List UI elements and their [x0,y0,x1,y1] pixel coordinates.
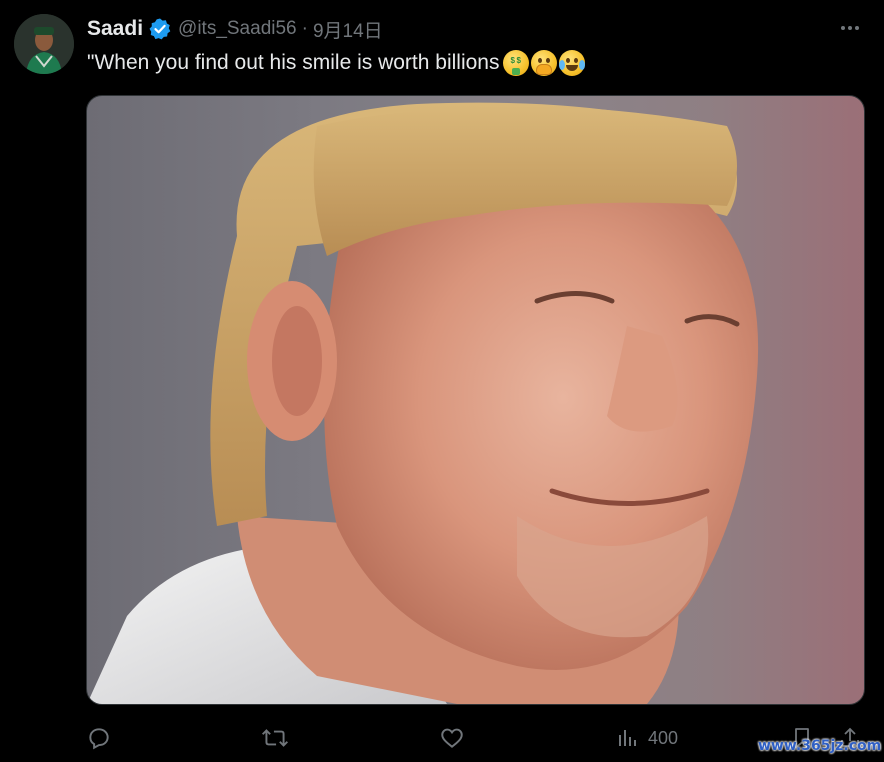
watermark: www.365jz.com [758,738,882,754]
emoji-group: $ $ [503,50,586,76]
separator-dot: · [301,18,308,39]
like-button[interactable] [439,722,465,754]
photo-icon [87,102,759,704]
verified-badge-icon [148,17,172,41]
reply-icon [89,728,109,750]
tweet-card: Saadi @its_Saadi56 · 9月14日 "When you fin… [0,0,884,762]
retweet-button[interactable] [260,722,290,754]
tweet-text-body: "When you find out his smile is worth bi… [87,51,500,74]
more-options-icon[interactable] [836,16,864,40]
tweet-date[interactable]: 9月14日 [313,16,383,43]
reply-button[interactable] [86,722,112,754]
face-with-tears-of-joy-icon [559,50,586,76]
views-count: 400 [648,727,679,748]
profile-photo-icon [14,14,74,74]
handle[interactable]: @its_Saadi56 [178,18,297,40]
heart-icon [441,728,463,748]
display-name[interactable]: Saadi [87,17,143,41]
views-button[interactable]: 400 [616,722,678,754]
money-mouth-face-icon: $ $ [503,50,530,76]
views-icon [619,730,636,746]
retweet-icon [261,729,289,747]
tweet-photo[interactable] [86,95,865,705]
action-bar: 400 [86,722,866,754]
face-with-hand-over-mouth-icon [531,50,558,76]
tweet-text: "When you find out his smile is worth bi… [87,48,586,78]
tweet-header: Saadi @its_Saadi56 · 9月14日 [87,15,383,43]
avatar[interactable] [14,14,74,74]
